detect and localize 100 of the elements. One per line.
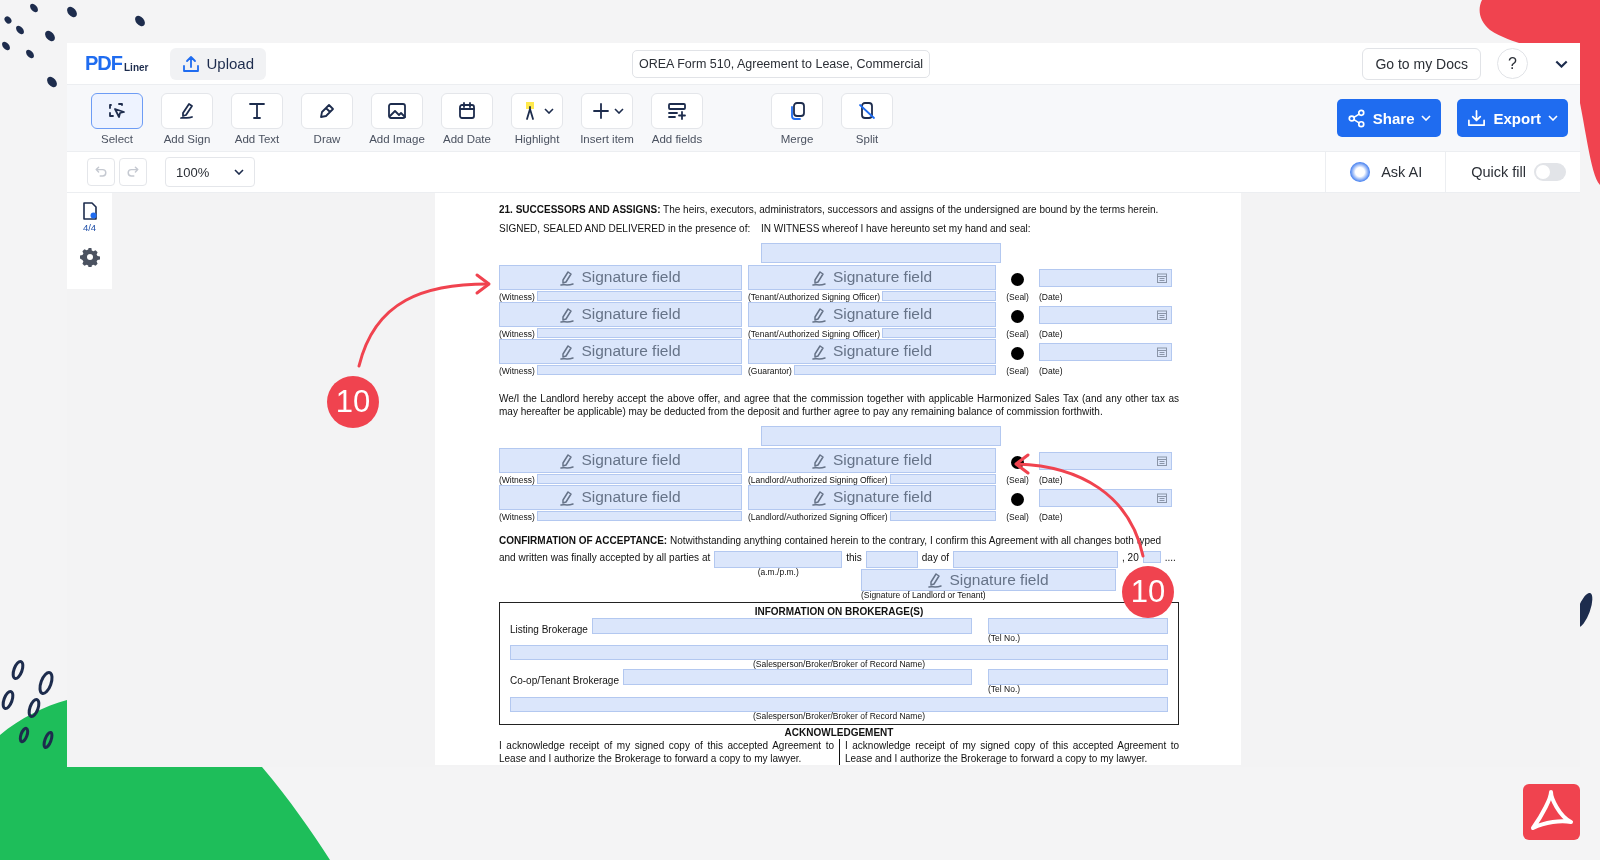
signature-field[interactable]: Signature field: [499, 265, 742, 290]
pdf-logo-icon: [1523, 784, 1580, 840]
input-field[interactable]: [622, 669, 972, 686]
signature-field[interactable]: Signature field: [499, 339, 742, 364]
tool-button[interactable]: [91, 93, 143, 129]
toggle-label: Quick fill: [1471, 164, 1526, 180]
input-field[interactable]: [536, 474, 742, 484]
upload-button[interactable]: Upload: [170, 47, 266, 80]
field-label: (Witness): [499, 329, 535, 338]
input-field[interactable]: [761, 426, 1001, 446]
signature-field[interactable]: Signature field: [748, 339, 996, 364]
plus-icon: [590, 101, 611, 121]
zoom-select[interactable]: 100%: [165, 157, 255, 187]
caret-icon: [234, 169, 244, 175]
text-icon: [247, 101, 267, 121]
signature-field[interactable]: Signature field: [499, 302, 742, 327]
paragraph: this: [846, 551, 862, 564]
input-field[interactable]: [889, 511, 996, 521]
signature-field[interactable]: Signature field: [748, 485, 996, 510]
date-field[interactable]: [1039, 269, 1172, 287]
date-field[interactable]: [1039, 452, 1172, 470]
input-field[interactable]: [591, 617, 972, 634]
field-label: (Tel No.): [988, 633, 1021, 644]
caret-icon: [1421, 115, 1432, 121]
share-icon: [1346, 108, 1366, 128]
signature-field[interactable]: Signature field: [748, 448, 996, 473]
field-label: (Witness): [499, 366, 535, 375]
calendar-icon: [1157, 310, 1167, 320]
docs-button[interactable]: Go to my Docs: [1362, 47, 1481, 80]
paragraph: IN WITNESS whereof I have hereunto set my hand and seal:: [761, 222, 1032, 235]
section-title: INFORMATION ON BROKERAGE(S): [754, 604, 924, 618]
paragraph: day of: [921, 551, 950, 564]
input-field[interactable]: [889, 474, 996, 484]
section-title: ACKNOWLEDGEMENT: [783, 726, 895, 740]
orb-icon: [1349, 161, 1372, 183]
document-title[interactable]: OREA Form 510, Agreement to Lease, Commercial: [632, 49, 931, 78]
help-button[interactable]: ?: [1497, 48, 1528, 79]
cursor-icon: [107, 101, 127, 121]
field-label: (Tenant/Authorized Signing Officer): [748, 292, 881, 301]
input-field[interactable]: [793, 365, 996, 375]
field-label: (Date): [1039, 366, 1064, 375]
field-label: (Guarantor): [748, 366, 792, 375]
signature-field[interactable]: Signature field: [499, 485, 742, 510]
redo-icon: [125, 164, 141, 180]
input-field[interactable]: [510, 645, 1168, 661]
input-field[interactable]: [536, 365, 742, 375]
calendar-icon: [1157, 347, 1167, 357]
input-field[interactable]: [761, 243, 1001, 263]
seal-dot: [1011, 273, 1024, 286]
page-count: 4/4: [82, 222, 97, 233]
seal-dot: [1011, 347, 1024, 360]
upload-icon: [182, 54, 201, 73]
field-label: (Date): [1039, 512, 1064, 521]
date-field[interactable]: [1039, 489, 1172, 507]
form-fields-icon: [667, 101, 687, 121]
input-field[interactable]: [1142, 551, 1161, 563]
input-field[interactable]: [865, 551, 918, 568]
undo-icon: [93, 164, 109, 180]
signature-field[interactable]: Signature field: [861, 569, 1116, 592]
input-field[interactable]: [988, 617, 1168, 634]
ask-ai-button[interactable]: Ask AI: [1325, 152, 1447, 192]
input-field[interactable]: [953, 551, 1119, 568]
pen-icon: [560, 343, 575, 360]
field-label: (Seal): [1006, 512, 1029, 521]
pen-icon: [560, 489, 575, 506]
toggle-switch[interactable]: [1534, 163, 1566, 181]
date-field[interactable]: [1039, 343, 1172, 361]
caret-icon: [543, 108, 554, 114]
input-field[interactable]: [714, 551, 843, 568]
paragraph: We/I the Landlord hereby accept the above offer, and agree that the commission together with applicable Harmonized Sales Tax (and any other tax as may hereafter be applicable) may be deducted from the deposit and further agree to pay any remaining balance of commission forthwith.: [499, 392, 1179, 418]
input-field[interactable]: [882, 328, 996, 338]
field-label: (Landlord/Authorized Signing Officer): [748, 475, 888, 484]
tool-label: Split: [855, 133, 879, 145]
input-field[interactable]: [536, 291, 742, 301]
field-label: (Signature of Landlord or Tenant): [861, 591, 987, 601]
action-button[interactable]: Share: [1336, 99, 1442, 137]
tool-label: Highlight: [514, 133, 560, 145]
logo-subtext: Liner: [124, 62, 149, 73]
field-label: Co-op/Tenant Brokerage: [510, 674, 619, 688]
paragraph: , 20: [1122, 551, 1139, 564]
date-field[interactable]: [1039, 306, 1172, 324]
tool-label: Select: [101, 133, 133, 145]
input-field[interactable]: [882, 291, 996, 301]
field-label: (Landlord/Authorized Signing Officer): [748, 512, 888, 521]
pen-icon: [560, 306, 575, 323]
paragraph: I acknowledge receipt of my signed copy of this accepted Agreement to Lease and I authorize the Brokerage to forward a copy to my lawyer.: [499, 739, 835, 765]
input-field[interactable]: [988, 669, 1168, 686]
signature-field[interactable]: Signature field: [748, 302, 996, 327]
input-field[interactable]: [510, 696, 1168, 712]
pen-icon: [811, 269, 826, 286]
tool-label: Add Text: [234, 133, 280, 145]
field-label: (Date): [1039, 292, 1064, 301]
input-field[interactable]: [536, 328, 742, 338]
input-field[interactable]: [536, 511, 742, 521]
action-button[interactable]: Export: [1457, 99, 1568, 137]
paragraph: ....: [1164, 551, 1176, 564]
signature-field[interactable]: Signature field: [499, 448, 742, 473]
caret-icon: [613, 108, 624, 114]
paragraph: 21. SUCCESSORS AND ASSIGNS: The heirs, executors, administrators, successors and assigns of the undersigned are bound by the terms herein.: [499, 203, 1160, 216]
signature-field[interactable]: Signature field: [748, 265, 996, 290]
